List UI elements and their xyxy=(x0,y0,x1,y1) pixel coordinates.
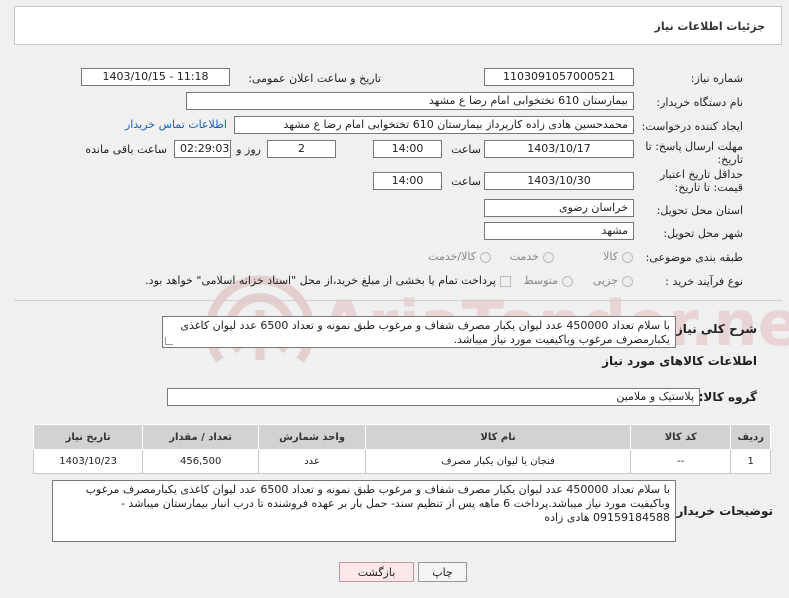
purchase-type-label: نوع فرآیند خرید : xyxy=(665,275,743,288)
panel-title: جزئیات اطلاعات نیاز xyxy=(654,20,766,33)
goods-table: ردیف کد کالا نام کالا واحد شمارش تعداد /… xyxy=(32,424,771,474)
province-label: استان محل تحویل: xyxy=(656,204,743,217)
validity-time-label: ساعت xyxy=(451,175,481,188)
header-panel: جزئیات اطلاعات نیاز xyxy=(14,6,782,45)
table-cell: 1403/10/23 xyxy=(32,449,144,474)
purchase-option-medium[interactable]: متوسط xyxy=(523,274,573,287)
table-cell: 1 xyxy=(730,449,771,474)
table-cell: 456,500 xyxy=(142,449,260,474)
back-button[interactable]: بازگشت xyxy=(339,562,414,582)
city-label: شهر محل تحویل: xyxy=(663,227,743,240)
reply-date-field: 1403/10/17 xyxy=(484,140,634,158)
resize-handle-icon[interactable] xyxy=(165,337,173,345)
buyer-notes-textarea[interactable]: با سلام تعداد 450000 عدد لیوان یکبار مصر… xyxy=(52,480,676,542)
announce-datetime-label: تاریخ و ساعت اعلان عمومی: xyxy=(248,72,381,85)
category-option-goods-service[interactable]: کالا/خدمت xyxy=(428,250,491,263)
goods-group-label: گروه کالا: xyxy=(698,390,757,404)
radio-icon xyxy=(543,251,554,263)
need-number-field: 1103091057000521 xyxy=(484,68,634,86)
need-number-label: شماره نیاز: xyxy=(690,72,743,85)
goods-group-field: پلاستیک و ملامین xyxy=(167,388,700,406)
table-cell: -- xyxy=(630,449,732,474)
city-field: مشهد xyxy=(484,222,634,240)
days-field: 2 xyxy=(267,140,336,158)
buyer-org-field: بیمارستان 610 تختخوابی امام رضا ع مشهد xyxy=(186,92,634,110)
validity-time-field: 14:00 xyxy=(373,172,442,190)
requester-field: محمدحسین هادی زاده کارپرداز بیمارستان 61… xyxy=(234,116,634,134)
category-option-goods[interactable]: کالا xyxy=(603,250,633,263)
category-option-service[interactable]: خدمت xyxy=(510,250,554,263)
day-and-label: روز و xyxy=(236,143,261,156)
need-description-textarea[interactable]: با سلام تعداد 450000 عدد لیوان یکبار مصر… xyxy=(162,316,676,348)
checkbox-icon xyxy=(500,275,511,287)
requester-label: ایجاد کننده درخواست: xyxy=(641,120,743,133)
print-button[interactable]: چاپ xyxy=(418,562,467,582)
radio-icon xyxy=(562,275,573,287)
radio-icon xyxy=(622,275,633,287)
validity-date-field: 1403/10/30 xyxy=(484,172,634,190)
table-cell: فنجان یا لیوان یکبار مصرف xyxy=(365,449,632,474)
radio-icon xyxy=(480,251,491,263)
purchase-option-minor[interactable]: جزیی xyxy=(593,274,633,287)
col-header-need-date: تاریخ نیاز xyxy=(32,424,144,450)
table-row: 1 -- فنجان یا لیوان یکبار مصرف عدد 456,5… xyxy=(32,449,771,474)
reply-time-field: 14:00 xyxy=(373,140,442,158)
need-description-label: شرح کلی نیاز: xyxy=(671,322,757,336)
buyer-notes-label: توضیحات خریدار: xyxy=(671,504,773,518)
col-header-goods-name: نام کالا xyxy=(365,424,632,450)
col-header-unit: واحد شمارش xyxy=(258,424,367,450)
col-header-row-number: ردیف xyxy=(730,424,771,450)
radio-icon xyxy=(622,251,633,263)
watermark-logo: AriaTender.neT xyxy=(205,275,789,363)
remaining-time-field: 02:29:03 xyxy=(174,140,231,158)
province-field: خراسان رضوی xyxy=(484,199,634,217)
reply-time-label: ساعت xyxy=(451,143,481,156)
col-header-quantity: تعداد / مقدار xyxy=(142,424,260,450)
table-cell: عدد xyxy=(258,449,367,474)
price-validity-label: حداقل تاریخ اعتبار قیمت: تا تاریخ: xyxy=(659,168,743,194)
col-header-goods-code: کد کالا xyxy=(630,424,732,450)
category-label: طبقه بندی موضوعی: xyxy=(645,251,743,264)
section-divider xyxy=(14,300,782,301)
reply-deadline-label: مهلت ارسال پاسخ: تا تاریخ: xyxy=(645,140,743,166)
contact-buyer-link[interactable]: اطلاعات تماس خریدار xyxy=(125,118,227,131)
treasury-payment-checkbox[interactable]: پرداخت تمام یا بخشی از مبلغ خرید،از محل … xyxy=(145,274,511,287)
buyer-org-label: نام دستگاه خریدار: xyxy=(656,96,743,109)
announce-datetime-field: 1403/10/15 - 11:18 xyxy=(81,68,230,86)
hours-remaining-label: ساعت باقی مانده xyxy=(85,143,167,156)
goods-info-heading: اطلاعات کالاهای مورد نیاز xyxy=(602,354,757,368)
table-header-row: ردیف کد کالا نام کالا واحد شمارش تعداد /… xyxy=(32,424,771,450)
